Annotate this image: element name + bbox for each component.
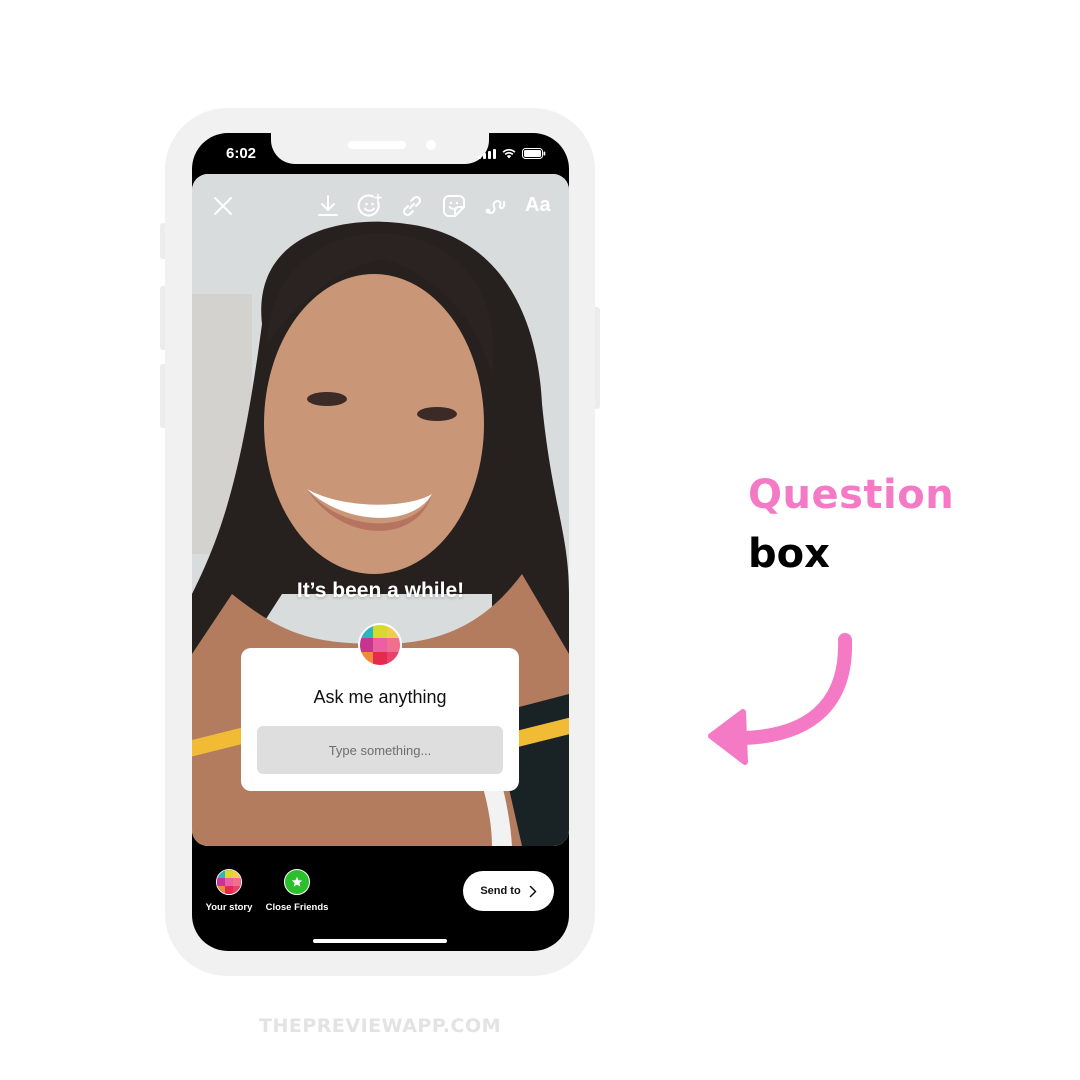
phone-camera [426, 140, 436, 150]
question-sticker-title[interactable]: Ask me anything [241, 687, 519, 708]
sticker-icon[interactable] [441, 193, 467, 219]
avatar-tile [373, 625, 387, 639]
footer-brand: THEPREVIEWAPP.COM [258, 1015, 502, 1037]
avatar-tile [233, 878, 241, 886]
text-tool[interactable]: Aa [525, 194, 551, 217]
photo-eye-left [307, 392, 347, 406]
avatar-tile [217, 886, 225, 894]
avatar-tile [233, 886, 241, 894]
home-indicator[interactable] [313, 939, 447, 943]
link-icon[interactable] [399, 193, 425, 219]
question-sticker-input[interactable]: Type something... [257, 726, 503, 774]
your-story-avatar [216, 869, 242, 895]
avatar-tile [225, 870, 233, 878]
avatar-tile [217, 878, 225, 886]
wifi-icon [502, 148, 516, 159]
avatar-tile [225, 886, 233, 894]
story-caption[interactable]: It’s been a while! [192, 579, 569, 603]
story-canvas[interactable]: Aa It’s been a while! Ask me anything Ty… [192, 174, 569, 846]
send-to-button[interactable]: Send to [463, 871, 554, 911]
status-time: 6:02 [226, 145, 257, 162]
status-icons [478, 148, 546, 159]
share-close-friends[interactable]: Close Friends [257, 869, 337, 913]
avatar-tile [386, 638, 400, 652]
chevron-right-icon [529, 885, 536, 897]
signal-icon [478, 148, 496, 159]
avatar-tile [360, 638, 374, 652]
avatar-tile [233, 870, 241, 878]
face-effects-icon[interactable] [357, 193, 383, 219]
annotation-highlight: Question [748, 472, 955, 518]
question-sticker[interactable]: Ask me anything Type something... [241, 648, 519, 791]
close-icon[interactable] [210, 193, 236, 219]
star-icon [291, 876, 303, 887]
story-toolbar: Aa [192, 174, 569, 236]
avatar-tile [217, 870, 225, 878]
photo-eye-right [417, 407, 457, 421]
avatar-tile [373, 651, 387, 665]
draw-icon[interactable] [483, 193, 509, 219]
avatar-tile [373, 638, 387, 652]
close-friends-label: Close Friends [265, 902, 329, 913]
download-icon[interactable] [315, 193, 341, 219]
annotation-label: box [748, 531, 830, 577]
curved-arrow-icon [708, 633, 853, 765]
close-friends-avatar [284, 869, 310, 895]
question-sticker-avatar [358, 623, 402, 667]
send-to-label: Send to [480, 885, 521, 897]
battery-icon [522, 148, 546, 159]
phone-speaker [348, 141, 406, 149]
avatar-tile [225, 878, 233, 886]
